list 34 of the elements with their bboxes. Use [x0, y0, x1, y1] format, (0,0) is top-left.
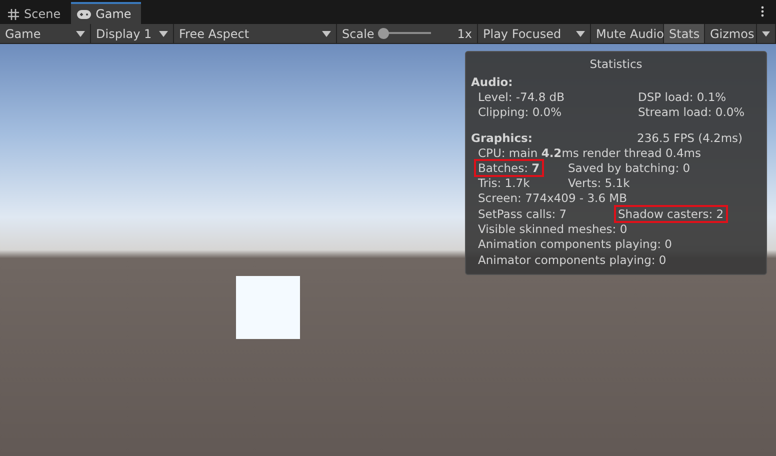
- stat-text: Tris: 1.7k: [478, 176, 530, 190]
- slider-thumb[interactable]: [378, 28, 390, 39]
- stat-text: CPU: main 4.2ms render thread 0.4ms: [478, 146, 701, 160]
- dropdown-arrow-icon: [576, 30, 585, 36]
- stat-text: SetPass calls: 7: [478, 206, 567, 221]
- scale-label: Scale: [342, 26, 374, 40]
- toggle-button[interactable]: Stats: [664, 24, 705, 43]
- stat-text: Batches: 7: [476, 160, 542, 175]
- stat-text: Level: -74.8 dB: [478, 90, 564, 104]
- dropdown-arrow-icon: [762, 30, 770, 36]
- scale-value: 1x: [457, 26, 472, 40]
- stat-text: Clipping: 0.0%: [478, 105, 562, 120]
- stat-text: DSP load: 0.1%: [638, 90, 726, 104]
- stat-text: Saved by batching: 0: [568, 160, 690, 175]
- stat-text: Stream load: 0.0%: [638, 105, 745, 120]
- tab[interactable]: Game: [70, 2, 142, 24]
- stat-text: Verts: 5.1k: [568, 176, 630, 190]
- dropdown-arrow-icon: [76, 30, 85, 36]
- dropdown-arrow-icon: [159, 30, 168, 36]
- tab[interactable]: Scene: [2, 2, 71, 24]
- stat-text: Animator components playing: 0: [478, 252, 666, 267]
- stat-text: Visible skinned meshes: 0: [478, 222, 628, 236]
- stat-text: Animation components playing: 0: [478, 237, 672, 252]
- section-heading: Graphics:: [471, 130, 534, 146]
- panel-title: Statistics: [588, 56, 644, 72]
- grid-icon: [8, 8, 19, 20]
- stat-text: Screen: 774x409 - 3.6 MB: [478, 191, 627, 206]
- cube: [236, 276, 300, 339]
- fps-reading: 236.5 FPS (4.2ms): [637, 130, 743, 146]
- dropdown-arrow-icon: [322, 30, 331, 36]
- gamepad-icon: [76, 10, 91, 18]
- more-options-icon[interactable]: [761, 6, 764, 17]
- section-heading: Audio:: [471, 75, 514, 90]
- stat-text: Shadow casters: 2: [616, 206, 726, 221]
